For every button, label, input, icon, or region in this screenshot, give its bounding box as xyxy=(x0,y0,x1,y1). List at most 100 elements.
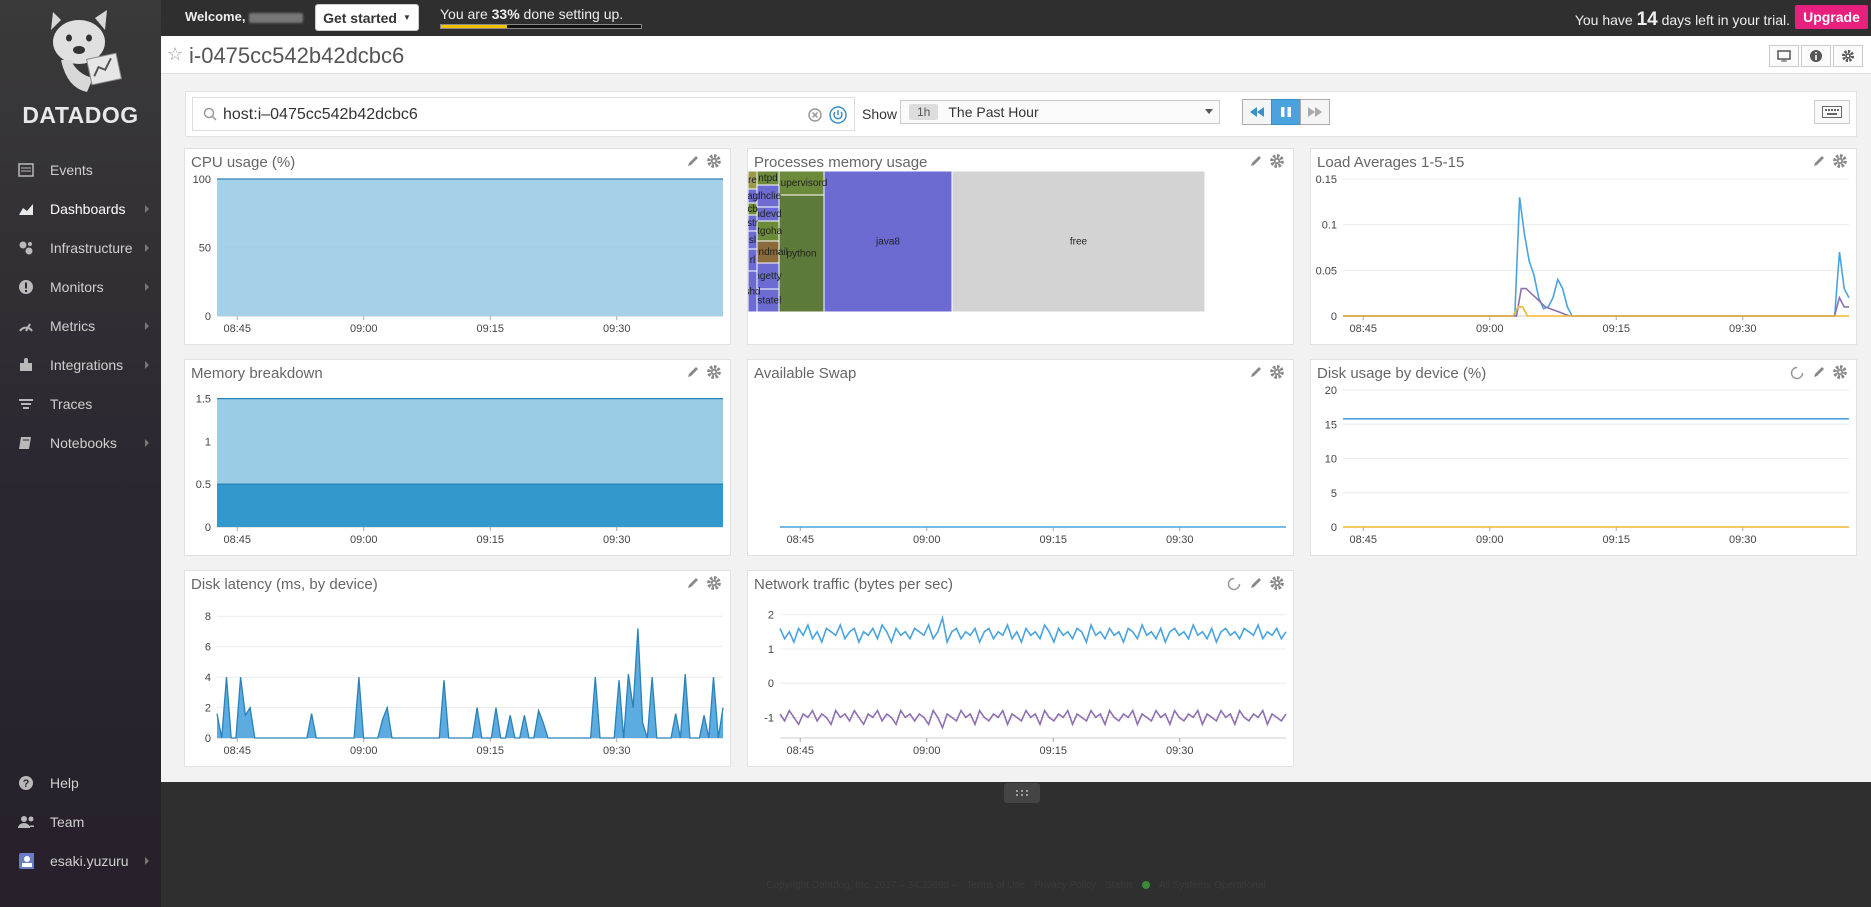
page-title: i-0475cc542b42dcbc6 xyxy=(189,43,405,68)
x-tick-label: 09:30 xyxy=(603,323,631,335)
infrastructure-icon xyxy=(18,240,34,256)
widget-processes-memory: Processes memory usage free java8 python su… xyxy=(747,148,1294,345)
edit-icon[interactable] xyxy=(1812,365,1826,379)
y-tick-label: 0 xyxy=(205,522,211,534)
x-tick-label: 08:45 xyxy=(223,745,251,757)
sidebar-item-label: Events xyxy=(50,162,93,178)
datadog-logo[interactable]: DATADOG xyxy=(0,8,161,129)
fast-forward-button[interactable] xyxy=(1300,99,1330,125)
sidebar-item-help[interactable]: ? Help xyxy=(0,765,161,801)
star-icon[interactable]: ☆ xyxy=(167,44,183,65)
clear-icon[interactable] xyxy=(808,108,822,122)
privacy-link[interactable]: Privacy Policy xyxy=(1034,880,1096,891)
x-tick-label: 08:45 xyxy=(786,745,814,757)
edit-icon[interactable] xyxy=(1249,365,1263,379)
rewind-button[interactable] xyxy=(1242,99,1272,125)
disk-usage-chart: 0 5 10 15 20 08:45 09:00 09:15 09:30 xyxy=(1325,385,1849,546)
x-tick-label: 09:00 xyxy=(913,534,941,546)
sidebar-item-team[interactable]: Team xyxy=(0,804,161,840)
x-tick-label: 09:15 xyxy=(476,745,504,757)
chevron-down-icon xyxy=(1205,109,1213,114)
keyboard-icon xyxy=(1822,106,1842,118)
gear-icon[interactable] xyxy=(706,575,722,591)
drag-handle[interactable] xyxy=(1004,783,1040,803)
sidebar-item-dashboards[interactable]: Dashboards xyxy=(0,191,161,227)
time-range-label: The Past Hour xyxy=(948,104,1039,120)
terms-link[interactable]: Terms of Use xyxy=(966,880,1025,891)
dashboard-controls: Show 1h The Past Hour xyxy=(185,91,1857,137)
gear-icon xyxy=(1842,50,1854,62)
y-tick-label: 50 xyxy=(199,243,211,255)
time-range-select[interactable]: 1h The Past Hour xyxy=(900,100,1220,124)
edit-icon[interactable] xyxy=(1249,576,1263,590)
chevron-right-icon xyxy=(145,322,149,330)
y-tick-label: 2 xyxy=(768,610,774,622)
x-tick-label: 08:45 xyxy=(786,534,814,546)
sidebar-item-notebooks[interactable]: Notebooks xyxy=(0,425,161,461)
widget-load-averages: Load Averages 1-5-15 0 0.05 0.1 0.15 08:45 09… xyxy=(1310,148,1857,345)
y-tick-label: 0 xyxy=(1331,522,1337,534)
sidebar-item-events[interactable]: Events xyxy=(0,152,161,188)
caret-down-icon: ▼ xyxy=(403,13,411,22)
get-started-button[interactable]: Get started ▼ xyxy=(315,4,419,31)
search-box xyxy=(192,97,855,131)
keyboard-shortcuts-button[interactable] xyxy=(1814,100,1850,124)
edit-icon[interactable] xyxy=(686,365,700,379)
integrations-icon xyxy=(18,357,34,373)
sidebar-item-metrics[interactable]: Metrics xyxy=(0,308,161,344)
edit-icon[interactable] xyxy=(1249,154,1263,168)
info-button[interactable] xyxy=(1801,45,1831,67)
treemap-label: str xyxy=(748,218,759,229)
sidebar-item-user[interactable]: esaki.yuzuru xyxy=(0,843,161,879)
x-tick-label: 08:45 xyxy=(223,323,251,335)
treemap-label: ag xyxy=(748,191,758,202)
status-link[interactable]: Status xyxy=(1105,880,1133,891)
sidebar-item-monitors[interactable]: Monitors xyxy=(0,269,161,305)
y-tick-label: 0 xyxy=(768,678,774,690)
edit-icon[interactable] xyxy=(686,576,700,590)
series-line xyxy=(779,614,1287,645)
gear-icon[interactable] xyxy=(1269,575,1285,591)
top-bar: Welcome, Get started ▼ You are 33% done s… xyxy=(161,0,1871,36)
notebooks-icon xyxy=(18,435,34,451)
widget-title: Disk latency (ms, by device) xyxy=(191,576,378,593)
widget-title: Memory breakdown xyxy=(191,365,323,382)
gear-icon[interactable] xyxy=(1832,364,1848,380)
sidebar: DATADOG Events Dashboards Infrastructure… xyxy=(0,0,161,907)
x-tick-label: 08:45 xyxy=(1349,534,1377,546)
gear-icon[interactable] xyxy=(1832,153,1848,169)
chevron-right-icon xyxy=(145,857,149,865)
gear-icon[interactable] xyxy=(1269,153,1285,169)
sidebar-item-traces[interactable]: Traces xyxy=(0,386,161,422)
chevron-right-icon xyxy=(145,283,149,291)
series-line xyxy=(1343,287,1849,317)
treemap-label: re xyxy=(748,175,757,186)
upgrade-button[interactable]: Upgrade xyxy=(1795,5,1868,29)
treemap-label: java8 xyxy=(875,237,900,248)
edit-icon[interactable] xyxy=(1812,154,1826,168)
gear-icon[interactable] xyxy=(1269,364,1285,380)
y-tick-label: 2 xyxy=(205,703,211,715)
y-tick-label: 1 xyxy=(768,644,774,656)
settings-button[interactable] xyxy=(1833,45,1863,67)
treemap-label: rl xyxy=(750,255,756,266)
pause-button[interactable] xyxy=(1271,99,1301,125)
search-input[interactable] xyxy=(223,104,783,126)
gear-icon[interactable] xyxy=(706,153,722,169)
y-tick-label: 0 xyxy=(205,733,211,745)
info-icon xyxy=(1810,50,1822,62)
gear-icon[interactable] xyxy=(706,364,722,380)
tv-mode-button[interactable] xyxy=(1769,45,1799,67)
y-tick-label: 20 xyxy=(1325,385,1337,397)
sidebar-item-infrastructure[interactable]: Infrastructure xyxy=(0,230,161,266)
edit-icon[interactable] xyxy=(686,154,700,168)
y-tick-label: -1 xyxy=(764,712,774,724)
widget-title: Processes memory usage xyxy=(754,154,928,171)
power-icon[interactable] xyxy=(829,106,847,124)
sidebar-item-integrations[interactable]: Integrations xyxy=(0,347,161,383)
blurred-username xyxy=(249,12,304,23)
trial-message: You have 14 days left in your trial. xyxy=(1575,9,1790,31)
fast-forward-icon xyxy=(1308,107,1322,117)
x-tick-label: 09:00 xyxy=(913,745,941,757)
treemap-label: supervisord xyxy=(776,178,828,189)
